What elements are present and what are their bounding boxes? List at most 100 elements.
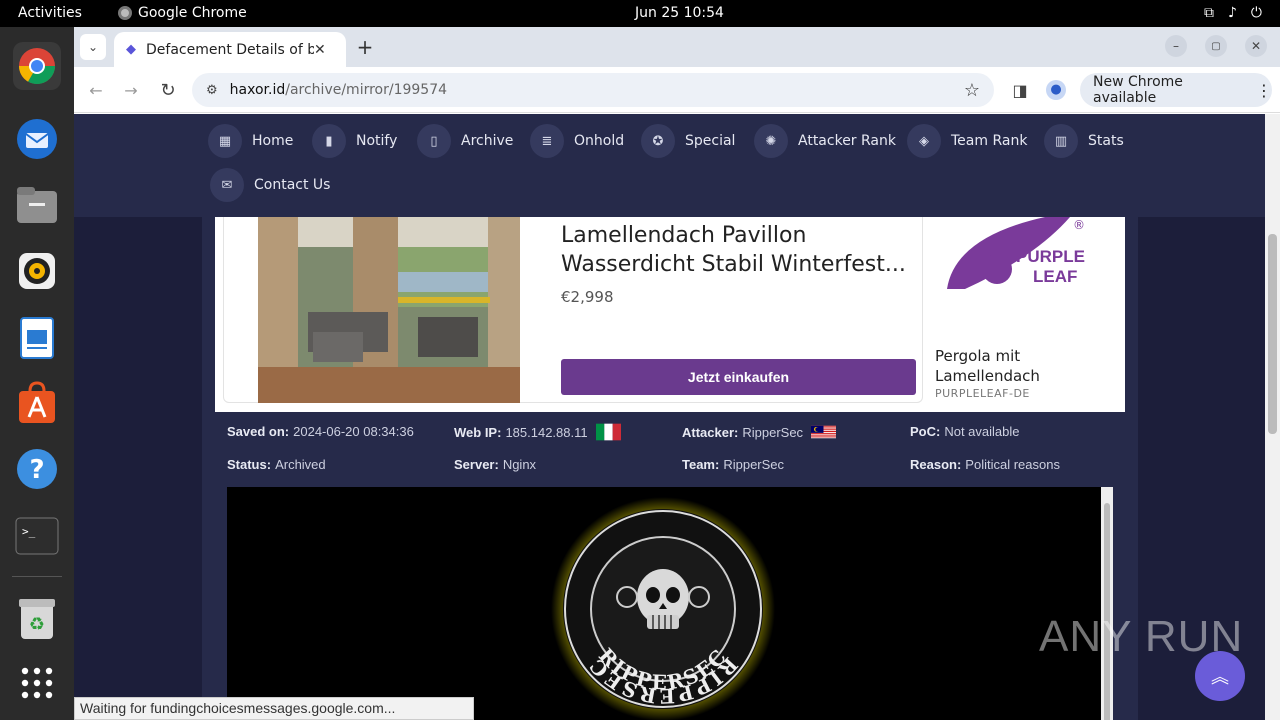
- site-navigation: ▦ Home ▮ Notify ▯ Archive ≣ Onhold ✪ Special …: [74, 114, 1265, 217]
- status: Status: Archived: [227, 457, 326, 472]
- network-icon: ⧉: [1203, 5, 1214, 21]
- system-top-bar: Activities Google Chrome Jun 25 10:54 ⧉ …: [0, 0, 1280, 27]
- web-ip: Web IP: 185.142.88.11: [454, 423, 621, 441]
- new-tab-button[interactable]: +: [352, 34, 378, 60]
- product-title[interactable]: Lamellendach Pavillon Wasserdicht Stabil…: [561, 221, 911, 279]
- mirror-scrollbar[interactable]: [1101, 487, 1113, 720]
- chrome-icon[interactable]: [13, 42, 61, 90]
- svg-text:?: ?: [29, 455, 44, 485]
- browser-toolbar: ← → ↻ ⚙ haxor.id /archive/mirror/199574 …: [74, 67, 1280, 113]
- nav-notify[interactable]: ▮ Notify: [312, 124, 397, 158]
- bookmark-star-icon[interactable]: ☆: [964, 80, 980, 101]
- poc-value: Not available: [944, 424, 1020, 439]
- ad-caption: Pergola mit Lamellendach: [935, 347, 1040, 385]
- nav-label: Stats: [1088, 133, 1124, 149]
- status-value: Archived: [275, 457, 326, 472]
- nav-contact-us[interactable]: ✉ Contact Us: [210, 168, 330, 202]
- power-icon: ⏻: [1250, 5, 1262, 21]
- poc-label: PoC:: [910, 424, 941, 439]
- maximize-button[interactable]: ▢: [1205, 35, 1227, 57]
- nav-home[interactable]: ▦ Home: [208, 124, 293, 158]
- italy-flag-icon: [595, 423, 621, 441]
- back-button[interactable]: ←: [83, 77, 109, 103]
- terminal-icon[interactable]: >_: [13, 512, 61, 560]
- dock: ? >_ ♻: [0, 27, 74, 720]
- activities-button[interactable]: Activities: [18, 5, 82, 21]
- saved-on-label: Saved on:: [227, 424, 290, 439]
- pergola-photo[interactable]: [258, 217, 520, 403]
- mail-icon: ✉: [210, 168, 244, 202]
- scroll-to-top-button[interactable]: ︽: [1195, 651, 1245, 701]
- nav-label: Onhold: [574, 133, 625, 149]
- files-icon[interactable]: [13, 181, 61, 229]
- nav-archive[interactable]: ▯ Archive: [417, 124, 513, 158]
- profile-avatar[interactable]: ●: [1043, 77, 1069, 103]
- reason: Reason: Political reasons: [910, 457, 1060, 472]
- nav-label: Notify: [356, 133, 398, 149]
- new-chrome-available-button[interactable]: New Chrome available ⋮: [1080, 73, 1272, 107]
- brand-name-line1: PURPLE: [1016, 247, 1085, 266]
- nav-label: Home: [252, 133, 294, 149]
- app-grid-icon[interactable]: [13, 659, 61, 707]
- nav-onhold[interactable]: ≣ Onhold: [530, 124, 624, 158]
- double-chevron-up-icon: ︽: [1211, 667, 1229, 688]
- poc: PoC: Not available: [910, 424, 1020, 439]
- saved-on: Saved on: 2024-06-20 08:34:36: [227, 424, 414, 439]
- saved-on-value: 2024-06-20 08:34:36: [293, 424, 414, 439]
- close-window-button[interactable]: ✕: [1245, 35, 1267, 57]
- side-panel-icon[interactable]: ◨: [1007, 77, 1033, 103]
- nav-stats[interactable]: ▥ Stats: [1044, 124, 1124, 158]
- minimize-button[interactable]: –: [1165, 35, 1187, 57]
- malaysia-flag-icon: [811, 425, 837, 439]
- app-center-icon[interactable]: [13, 379, 61, 427]
- svg-text:♻: ♻: [29, 614, 45, 635]
- url-domain: haxor.id: [229, 82, 286, 98]
- writer-icon[interactable]: [13, 314, 61, 362]
- forward-button[interactable]: →: [118, 77, 144, 103]
- layers-icon: ◈: [907, 124, 941, 158]
- status-label: Status:: [227, 457, 272, 472]
- attacker-value[interactable]: RipperSec: [742, 425, 803, 440]
- ad-brand-panel[interactable]: ® PURPLE LEAF Pergola mit Lamellendach P…: [925, 217, 1125, 412]
- ad-source: PURPLELEAF-DE: [935, 387, 1030, 400]
- nav-label: Attacker Rank: [798, 133, 896, 149]
- active-tab[interactable]: ◆ Defacement Details of b ✕: [114, 32, 346, 67]
- brand-registered-mark: ®: [1073, 218, 1085, 232]
- shop-now-button[interactable]: Jetzt einkaufen: [561, 359, 916, 395]
- svg-text:>_: >_: [22, 525, 36, 538]
- site-favicon-icon: ◆: [126, 42, 136, 57]
- reason-value: Political reasons: [965, 457, 1060, 472]
- book-icon: ▯: [417, 124, 451, 158]
- page-scrollbar-thumb[interactable]: [1268, 234, 1277, 434]
- nav-attacker-rank[interactable]: ✺ Attacker Rank: [754, 124, 896, 158]
- attacker-label: Attacker:: [682, 424, 739, 440]
- thunderbird-icon[interactable]: [13, 115, 61, 163]
- attacker: Attacker: RipperSec: [682, 423, 837, 441]
- clock[interactable]: Jun 25 10:54: [635, 5, 724, 21]
- mirror-frame[interactable]: RIPPERSEC RIPPERSEC: [227, 487, 1101, 720]
- award-icon: ✺: [754, 124, 788, 158]
- advertisement[interactable]: Lamellendach Pavillon Wasserdicht Stabil…: [215, 217, 1125, 412]
- help-icon[interactable]: ?: [13, 445, 61, 493]
- nav-special[interactable]: ✪ Special: [641, 124, 735, 158]
- url-path: /archive/mirror/199574: [285, 82, 448, 98]
- rhythmbox-icon[interactable]: [13, 247, 61, 295]
- nav-team-rank[interactable]: ◈ Team Rank: [907, 124, 1027, 158]
- kebab-menu-icon[interactable]: ⋮: [1256, 81, 1272, 100]
- address-bar[interactable]: ⚙ haxor.id /archive/mirror/199574 ☆: [192, 73, 994, 107]
- page-scrollbar[interactable]: [1265, 114, 1280, 720]
- close-tab-icon[interactable]: ✕: [314, 42, 326, 58]
- trash-icon[interactable]: ♻: [13, 595, 61, 643]
- system-tray[interactable]: ⧉ ♪ ⏻: [1204, 5, 1262, 21]
- site-info-icon[interactable]: ⚙: [206, 83, 218, 98]
- dashboard-icon: ▦: [208, 124, 242, 158]
- document-icon: ≣: [530, 124, 564, 158]
- tab-strip: ⌄ ◆ Defacement Details of b ✕ + – ▢ ✕: [74, 27, 1280, 67]
- team-value[interactable]: RipperSec: [723, 457, 784, 472]
- bookmark-icon: ▮: [312, 124, 346, 158]
- app-menu[interactable]: Google Chrome: [118, 5, 247, 21]
- rippersec-logo: RIPPERSEC RIPPERSEC: [551, 497, 775, 720]
- tab-search-button[interactable]: ⌄: [80, 34, 106, 60]
- reason-label: Reason:: [910, 457, 962, 472]
- reload-button[interactable]: ↻: [155, 77, 181, 103]
